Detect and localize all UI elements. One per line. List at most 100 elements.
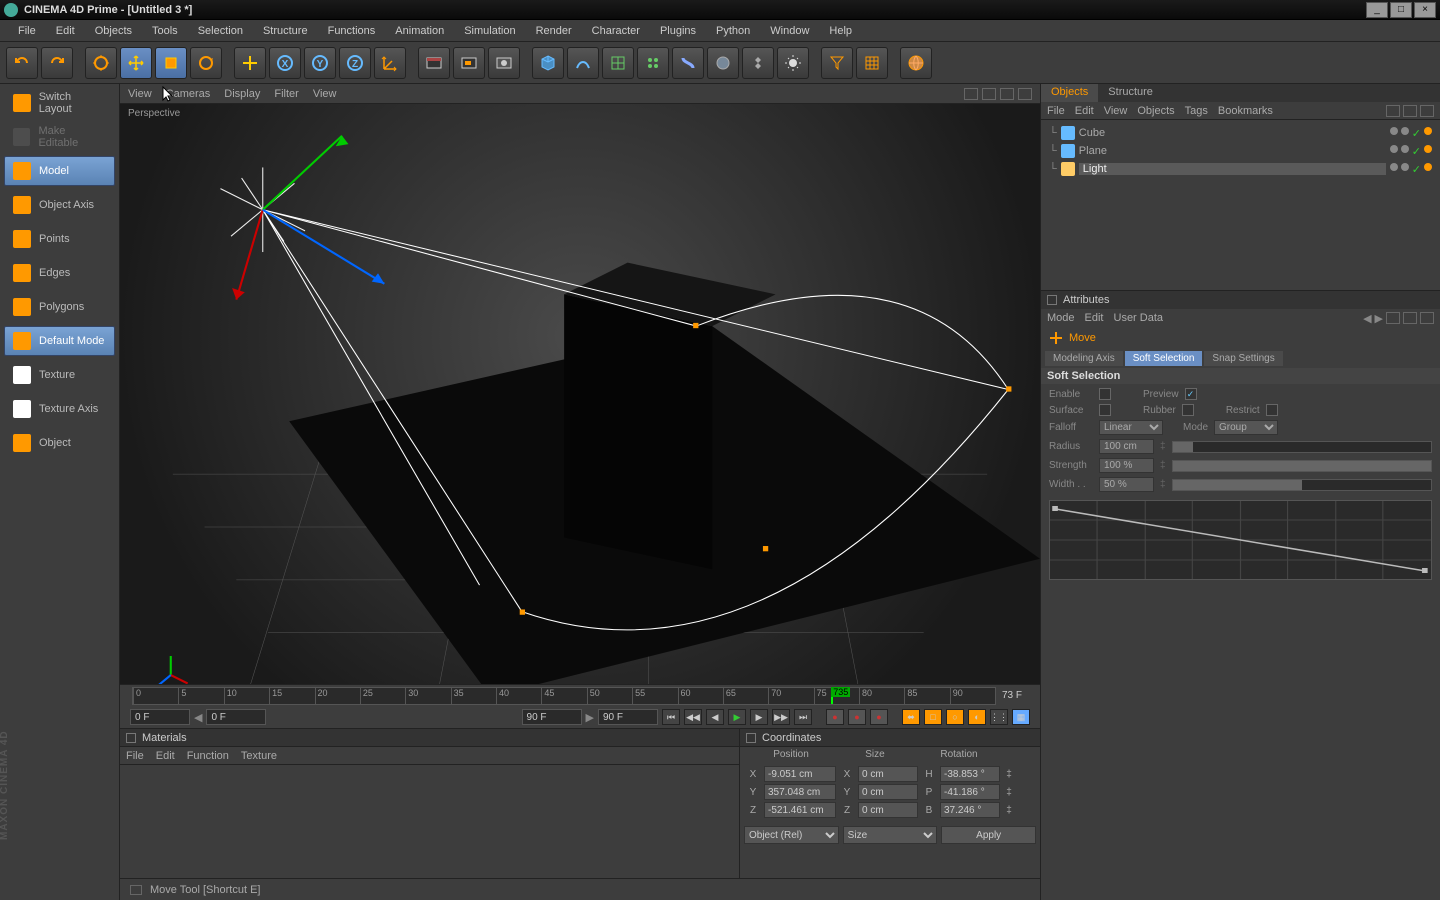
rubber-checkbox[interactable] bbox=[1182, 404, 1194, 416]
obj-menu-edit[interactable]: Edit bbox=[1075, 105, 1094, 117]
surface-checkbox[interactable] bbox=[1099, 404, 1111, 416]
menu-character[interactable]: Character bbox=[582, 23, 650, 39]
key-pos-button[interactable]: ⬌ bbox=[902, 709, 920, 725]
coord-system-button[interactable] bbox=[374, 47, 406, 79]
attr-menu-mode[interactable]: Mode bbox=[1047, 312, 1075, 324]
coord-rot-y[interactable] bbox=[940, 784, 1000, 800]
object-plane[interactable]: └Plane✓ bbox=[1045, 142, 1436, 160]
mode-texture[interactable]: Texture bbox=[4, 360, 115, 390]
array-button[interactable] bbox=[637, 47, 669, 79]
coord-size-y[interactable] bbox=[858, 784, 918, 800]
vp-menu-filter[interactable]: Filter bbox=[274, 88, 298, 100]
mode-select[interactable]: Group bbox=[1214, 420, 1278, 435]
attr-icon[interactable] bbox=[1420, 312, 1434, 324]
menu-help[interactable]: Help bbox=[819, 23, 862, 39]
enable-checkbox[interactable] bbox=[1099, 388, 1111, 400]
coord-size-x[interactable] bbox=[858, 766, 918, 782]
coord-pos-z[interactable] bbox=[764, 802, 836, 818]
coord-pos-x[interactable] bbox=[764, 766, 836, 782]
obj-menu-bookmarks[interactable]: Bookmarks bbox=[1218, 105, 1273, 117]
mode-model[interactable]: Model bbox=[4, 156, 115, 186]
environment-button[interactable] bbox=[707, 47, 739, 79]
menu-animation[interactable]: Animation bbox=[385, 23, 454, 39]
attr-icon[interactable] bbox=[1386, 312, 1400, 324]
key-scale-button[interactable]: □ bbox=[924, 709, 942, 725]
mode-switch-layout[interactable]: Switch Layout bbox=[4, 88, 115, 118]
width-slider[interactable] bbox=[1172, 479, 1432, 491]
timeline-ruler[interactable]: 051015202530354045505560657075808590735 bbox=[132, 687, 996, 705]
menu-window[interactable]: Window bbox=[760, 23, 819, 39]
record-button[interactable]: ● bbox=[826, 709, 844, 725]
menu-edit[interactable]: Edit bbox=[46, 23, 85, 39]
menu-functions[interactable]: Functions bbox=[318, 23, 386, 39]
vp-config-icon[interactable] bbox=[982, 88, 996, 100]
object-cube[interactable]: └Cube✓ bbox=[1045, 124, 1436, 142]
keyopts-button[interactable]: ● bbox=[870, 709, 888, 725]
goto-end-button[interactable]: ⏭ bbox=[794, 709, 812, 725]
scale-tool[interactable] bbox=[155, 47, 187, 79]
timeline-end-field[interactable] bbox=[598, 709, 658, 725]
vp-menu-cameras[interactable]: Cameras bbox=[166, 88, 211, 100]
snap-button[interactable] bbox=[856, 47, 888, 79]
x-axis-lock[interactable]: X bbox=[269, 47, 301, 79]
light-button[interactable] bbox=[777, 47, 809, 79]
obj-menu-objects[interactable]: Objects bbox=[1137, 105, 1174, 117]
close-button[interactable]: × bbox=[1414, 2, 1436, 18]
viewport[interactable]: Perspective bbox=[120, 104, 1040, 684]
view-icon[interactable] bbox=[1403, 105, 1417, 117]
mode-make-editable[interactable]: Make Editable bbox=[4, 122, 115, 152]
coord-rot-z[interactable] bbox=[940, 802, 1000, 818]
obj-menu-tags[interactable]: Tags bbox=[1185, 105, 1208, 117]
timeline-range-start-field[interactable] bbox=[206, 709, 266, 725]
render-settings-button[interactable] bbox=[488, 47, 520, 79]
menu-selection[interactable]: Selection bbox=[188, 23, 253, 39]
search-icon[interactable] bbox=[1386, 105, 1400, 117]
last-tool-button[interactable] bbox=[234, 47, 266, 79]
size-mode-select[interactable]: Size bbox=[843, 826, 938, 844]
mat-menu-function[interactable]: Function bbox=[187, 750, 229, 762]
falloff-select[interactable]: Linear bbox=[1099, 420, 1163, 435]
camera-button[interactable] bbox=[742, 47, 774, 79]
z-axis-lock[interactable]: Z bbox=[339, 47, 371, 79]
render-view-button[interactable] bbox=[418, 47, 450, 79]
filter-icon[interactable] bbox=[1420, 105, 1434, 117]
render-region-button[interactable] bbox=[453, 47, 485, 79]
redo-button[interactable] bbox=[41, 47, 73, 79]
structure-tab[interactable]: Structure bbox=[1098, 84, 1163, 102]
strength-field[interactable] bbox=[1099, 458, 1154, 473]
falloff-curve[interactable] bbox=[1049, 500, 1432, 580]
restrict-checkbox[interactable] bbox=[1266, 404, 1278, 416]
coord-pos-y[interactable] bbox=[764, 784, 836, 800]
key-sel-button[interactable]: ▦ bbox=[1012, 709, 1030, 725]
menu-tools[interactable]: Tools bbox=[142, 23, 188, 39]
menu-render[interactable]: Render bbox=[526, 23, 582, 39]
nurbs-button[interactable] bbox=[602, 47, 634, 79]
mode-object-axis[interactable]: Object Axis bbox=[4, 190, 115, 220]
vp-menu-view[interactable]: View bbox=[128, 88, 152, 100]
timeline-range-end-field[interactable] bbox=[522, 709, 582, 725]
obj-menu-view[interactable]: View bbox=[1104, 105, 1128, 117]
rotate-tool[interactable] bbox=[190, 47, 222, 79]
maximize-button[interactable]: □ bbox=[1390, 2, 1412, 18]
cube-primitive-button[interactable] bbox=[532, 47, 564, 79]
autokey-button[interactable]: ● bbox=[848, 709, 866, 725]
menu-objects[interactable]: Objects bbox=[85, 23, 142, 39]
coord-size-z[interactable] bbox=[858, 802, 918, 818]
radius-slider[interactable] bbox=[1172, 441, 1432, 453]
mat-menu-file[interactable]: File bbox=[126, 750, 144, 762]
vp-config-icon[interactable] bbox=[1000, 88, 1014, 100]
attr-icon[interactable] bbox=[1403, 312, 1417, 324]
y-axis-lock[interactable]: Y bbox=[304, 47, 336, 79]
vp-menu-display[interactable]: Display bbox=[224, 88, 260, 100]
goto-start-button[interactable]: ⏮ bbox=[662, 709, 680, 725]
prev-frame-button[interactable]: ◀ bbox=[706, 709, 724, 725]
soft-selection-tab[interactable]: Soft Selection bbox=[1125, 351, 1203, 366]
attr-menu-edit[interactable]: Edit bbox=[1085, 312, 1104, 324]
key-param-button[interactable]: ◐ bbox=[968, 709, 986, 725]
width-field[interactable] bbox=[1099, 477, 1154, 492]
modeling-axis-tab[interactable]: Modeling Axis bbox=[1045, 351, 1123, 366]
object-light[interactable]: └Light✓ bbox=[1045, 160, 1436, 178]
menu-file[interactable]: File bbox=[8, 23, 46, 39]
key-pla-button[interactable]: ⋮⋮ bbox=[990, 709, 1008, 725]
next-key-button[interactable]: ▶▶ bbox=[772, 709, 790, 725]
